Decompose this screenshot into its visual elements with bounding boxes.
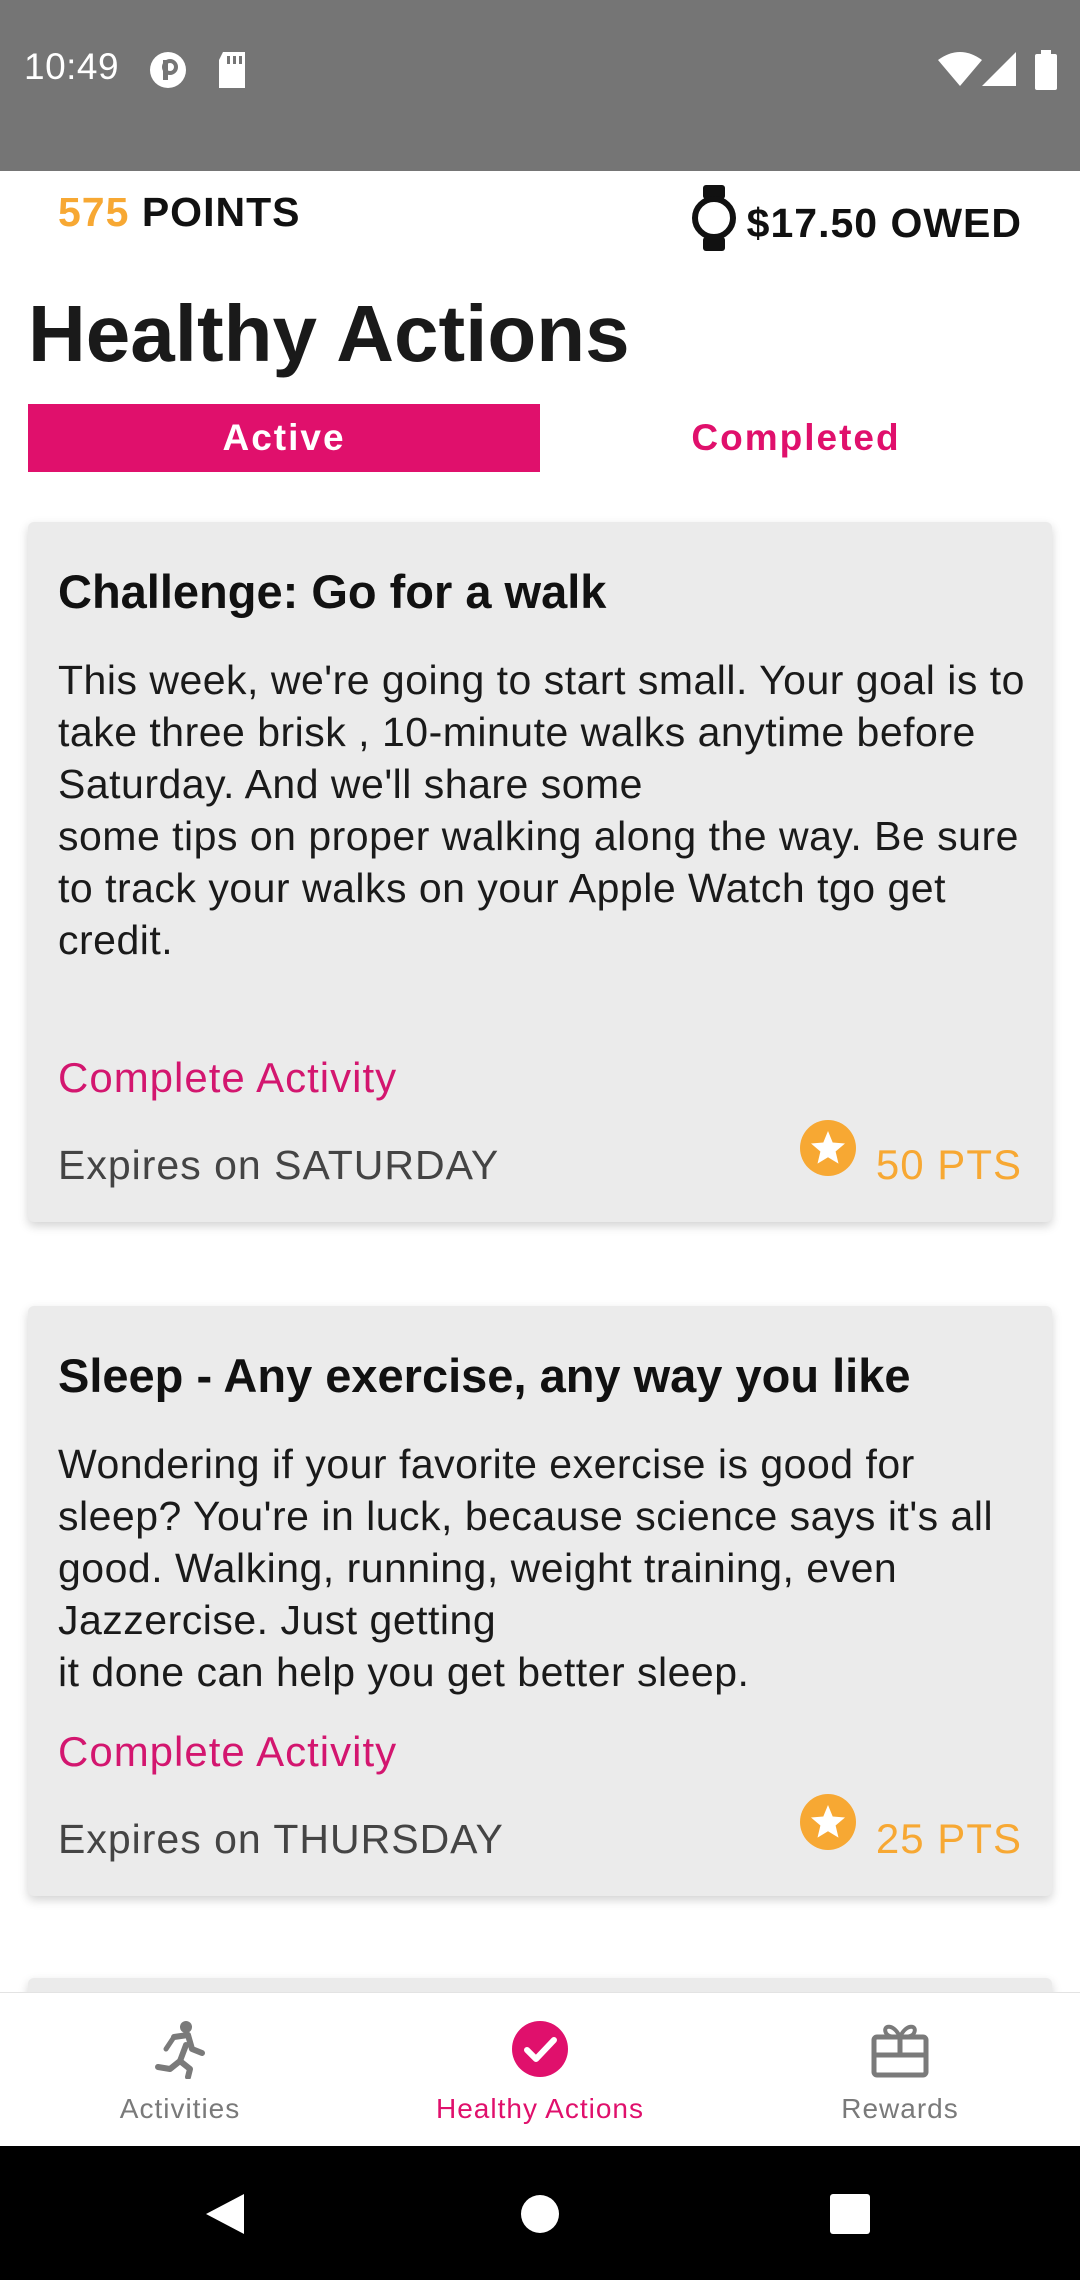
battery-icon [1034,50,1058,95]
bottom-navigation: Activities Healthy Actions Rewards [0,1992,1080,2147]
action-card: Sleep - Any exercise, any way you like W… [28,1306,1052,1896]
action-card: Challenge: Go for a walk This week, we'r… [28,522,1052,1222]
complete-activity-link[interactable]: Complete Activity [58,1054,397,1102]
watch-icon [691,185,747,261]
top-bar: 575 POINTS $17.50 OWED [0,171,1080,261]
owed-amount: $17.50 OWED [746,199,1022,246]
home-icon[interactable] [520,2194,560,2239]
pocket-icon [148,50,188,95]
star-badge-icon [799,1120,856,1186]
card-points-value: 50 PTS [875,1141,1022,1188]
tab-bar: Active Completed [28,404,1052,472]
signal-icon [982,50,1018,93]
points-label: POINTS [141,189,301,235]
owed-summary[interactable]: $17.50 OWED [691,185,1022,261]
status-bar: 10:49 [0,0,1080,171]
points-summary: 575 POINTS [58,189,300,236]
recents-icon[interactable] [830,2194,870,2239]
complete-activity-link[interactable]: Complete Activity [58,1728,397,1776]
card-expires: Expires on SATURDAY [58,1142,500,1188]
back-icon[interactable] [204,2192,246,2241]
star-badge-icon [799,1794,856,1860]
nav-healthy-actions[interactable]: Healthy Actions [360,1993,720,2147]
card-title: Challenge: Go for a walk [58,565,607,618]
sd-card-icon [215,50,249,95]
card-description: This week, we're going to start small. Y… [58,657,1025,963]
card-points-value: 25 PTS [875,1815,1022,1862]
check-circle-icon [510,2019,570,2079]
card-points: 25 PTS [799,1794,1022,1872]
nav-label: Healthy Actions [436,2093,644,2124]
tab-active[interactable]: Active [28,404,540,472]
status-time: 10:49 [24,46,120,87]
card-points: 50 PTS [799,1120,1022,1198]
nav-label: Activities [119,2093,241,2124]
system-navigation-bar [0,2146,1080,2280]
card-description: Wondering if your favorite exercise is g… [58,1441,994,1695]
gift-icon [870,2019,930,2079]
nav-label: Rewards [841,2093,959,2124]
tab-completed[interactable]: Completed [540,404,1052,472]
nav-rewards[interactable]: Rewards [720,1993,1080,2147]
wifi-icon [938,50,982,93]
page-title: Healthy Actions [28,289,630,378]
card-expires: Expires on THURSDAY [58,1816,504,1862]
points-value: 575 [58,189,130,235]
runner-icon [150,2019,210,2080]
card-title: Sleep - Any exercise, any way you like [58,1349,911,1402]
nav-activities[interactable]: Activities [0,1993,360,2147]
